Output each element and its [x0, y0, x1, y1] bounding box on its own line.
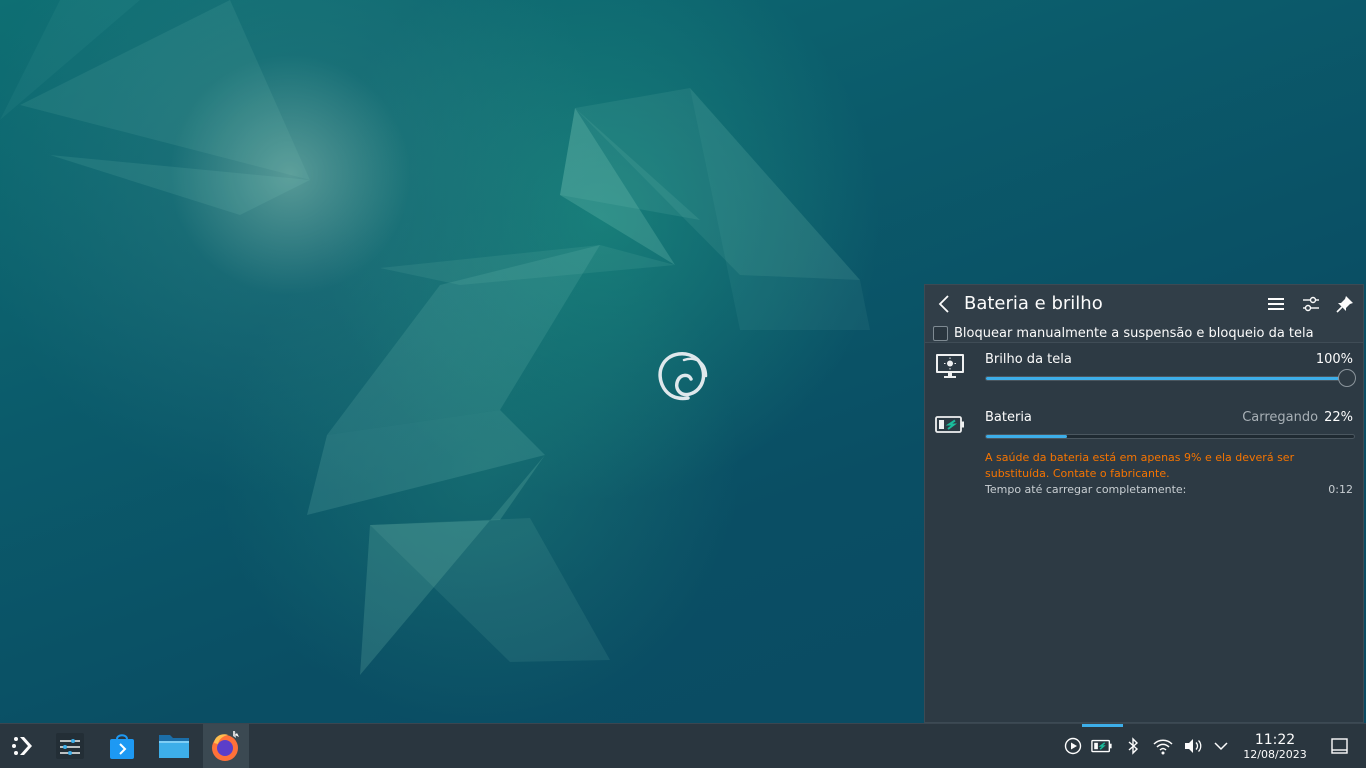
configure-sliders-icon [1303, 296, 1319, 312]
battery-charging-icon [935, 416, 964, 433]
configure-button[interactable] [1300, 293, 1322, 315]
clock-date: 12/08/2023 [1243, 748, 1307, 761]
hamburger-menu-icon [1268, 298, 1284, 310]
battery-percent: 22% [1324, 410, 1353, 425]
inhibit-checkbox[interactable] [933, 325, 948, 341]
pin-icon [1336, 296, 1353, 313]
battery-health-warning: A saúde da bateria está em apenas 9% e e… [985, 451, 1295, 480]
time-to-full-label: Tempo até carregar completamente: [985, 483, 1187, 496]
battery-charge-bar [985, 434, 1355, 439]
bluetooth-icon[interactable] [1122, 736, 1144, 756]
monitor-brightness-icon [936, 354, 964, 378]
active-tray-indicator [1082, 724, 1123, 727]
application-launcher-icon [12, 737, 32, 755]
battery-label: Bateria [985, 410, 1032, 425]
show-desktop-icon[interactable] [1329, 736, 1351, 756]
digital-clock[interactable]: 11:22 12/08/2023 [1236, 732, 1314, 762]
volume-icon[interactable] [1182, 736, 1204, 756]
battery-icon[interactable] [1091, 736, 1113, 756]
back-button[interactable] [935, 293, 955, 315]
brightness-label: Brilho da tela [985, 352, 1072, 367]
discover-store-icon [110, 734, 134, 759]
tray-expand-icon[interactable] [1210, 736, 1232, 756]
file-manager-icon [159, 735, 189, 758]
brightness-slider-fill [986, 377, 1354, 380]
battery-charge-fill [986, 435, 1067, 438]
battery-brightness-popup: Bateria e brilho Bloquear manualmente a … [924, 284, 1364, 723]
pin-button[interactable] [1334, 293, 1356, 315]
firefox-taskbar-item[interactable] [203, 724, 249, 768]
brightness-value: 100% [1315, 352, 1353, 367]
time-to-full-value: 0:12 [1328, 483, 1353, 496]
firefox-icon [212, 731, 239, 761]
chevron-left-icon [938, 295, 949, 313]
battery-status: Carregando [1242, 410, 1319, 425]
brightness-slider[interactable] [985, 376, 1355, 381]
battery-value-group: Carregando 22% [1242, 410, 1353, 425]
clock-time: 11:22 [1254, 732, 1296, 748]
brightness-slider-handle[interactable] [1338, 369, 1356, 387]
popup-title: Bateria e brilho [964, 293, 1103, 314]
system-settings-button[interactable] [47, 724, 93, 768]
inhibit-checkbox-label: Bloquear manualmente a suspensão e bloqu… [954, 325, 1314, 341]
discover-store-button[interactable] [99, 724, 145, 768]
file-manager-button[interactable] [151, 724, 197, 768]
application-launcher-button[interactable] [0, 724, 46, 768]
system-settings-icon [56, 733, 84, 759]
inhibit-row[interactable]: Bloquear manualmente a suspensão e bloqu… [933, 324, 1314, 342]
media-player-icon[interactable] [1062, 736, 1084, 756]
taskbar: 11:22 12/08/2023 [0, 723, 1366, 768]
popup-header: Bateria e brilho Bloquear manualmente a … [925, 285, 1363, 343]
wifi-icon[interactable] [1152, 736, 1174, 756]
menu-button[interactable] [1265, 293, 1287, 315]
